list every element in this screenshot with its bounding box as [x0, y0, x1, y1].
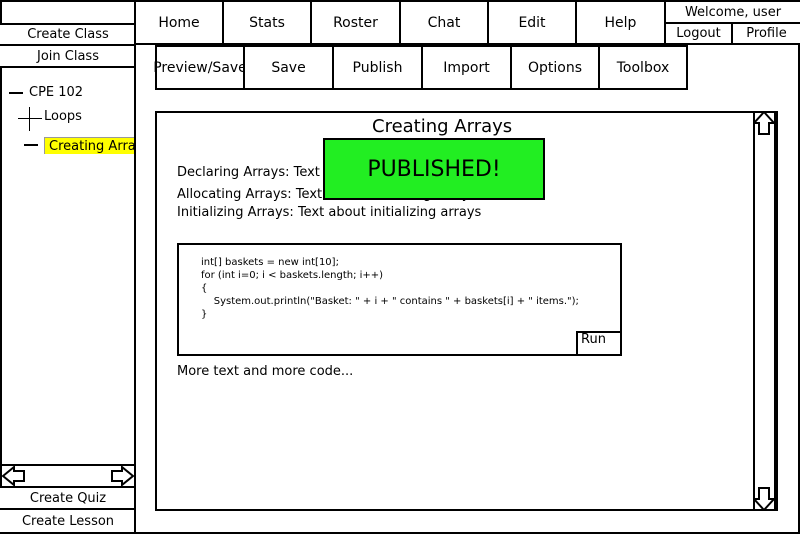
toolbox-button[interactable]: Toolbox: [600, 45, 688, 90]
course-tree: CPE 102 Loops Creating Arrays: [2, 70, 134, 463]
preview-save-button[interactable]: Preview/Save: [153, 45, 247, 90]
tree-item-course[interactable]: CPE 102: [29, 85, 83, 100]
selected-item-label: Creating Arrays: [44, 137, 134, 154]
tab-chat[interactable]: Chat: [401, 2, 489, 45]
welcome-label: Welcome, user: [666, 2, 800, 24]
more-text: More text and more code...: [177, 364, 354, 379]
scroll-up-icon[interactable]: [753, 111, 775, 135]
publish-button[interactable]: Publish: [334, 45, 423, 90]
scroll-down-icon[interactable]: [753, 487, 775, 511]
join-class-button[interactable]: Join Class: [0, 46, 136, 68]
logout-link[interactable]: Logout: [666, 24, 733, 45]
content-vertical-scrollbar[interactable]: [753, 111, 776, 511]
code-line: }: [201, 309, 208, 320]
published-notification: PUBLISHED!: [323, 138, 545, 200]
tab-edit[interactable]: Edit: [489, 2, 577, 45]
tree-item-creating-arrays[interactable]: Creating Arrays: [44, 135, 134, 154]
code-line: System.out.println("Basket: " + i + " co…: [201, 296, 579, 307]
code-block[interactable]: int[] baskets = new int[10]; for (int i=…: [177, 243, 622, 356]
left-horizontal-scrollbar[interactable]: [2, 464, 134, 488]
collapse-icon[interactable]: [9, 92, 23, 94]
code-line: int[] baskets = new int[10];: [201, 257, 339, 268]
options-button[interactable]: Options: [512, 45, 600, 90]
tab-roster[interactable]: Roster: [312, 2, 401, 45]
run-button[interactable]: Run: [576, 331, 622, 356]
tab-home[interactable]: Home: [136, 2, 224, 45]
scroll-right-icon[interactable]: [110, 466, 134, 486]
create-quiz-button[interactable]: Create Quiz: [0, 488, 136, 510]
collapse-icon-2[interactable]: [24, 144, 38, 146]
create-class-button[interactable]: Create Class: [0, 23, 136, 46]
save-button[interactable]: Save: [245, 45, 334, 90]
create-lesson-button[interactable]: Create Lesson: [0, 510, 136, 532]
code-line: for (int i=0; i < baskets.length; i++): [201, 270, 384, 281]
content-line-initializing: Initializing Arrays: Text about initiali…: [177, 205, 482, 220]
code-line: {: [201, 283, 208, 294]
tree-item-loops[interactable]: Loops: [44, 109, 82, 124]
tab-stats[interactable]: Stats: [224, 2, 312, 45]
scroll-left-icon[interactable]: [2, 466, 26, 486]
import-button[interactable]: Import: [423, 45, 512, 90]
tab-help[interactable]: Help: [577, 2, 666, 45]
profile-link[interactable]: Profile: [733, 24, 800, 45]
lesson-title: Creating Arrays: [372, 116, 513, 137]
expand-icon[interactable]: [18, 107, 42, 131]
